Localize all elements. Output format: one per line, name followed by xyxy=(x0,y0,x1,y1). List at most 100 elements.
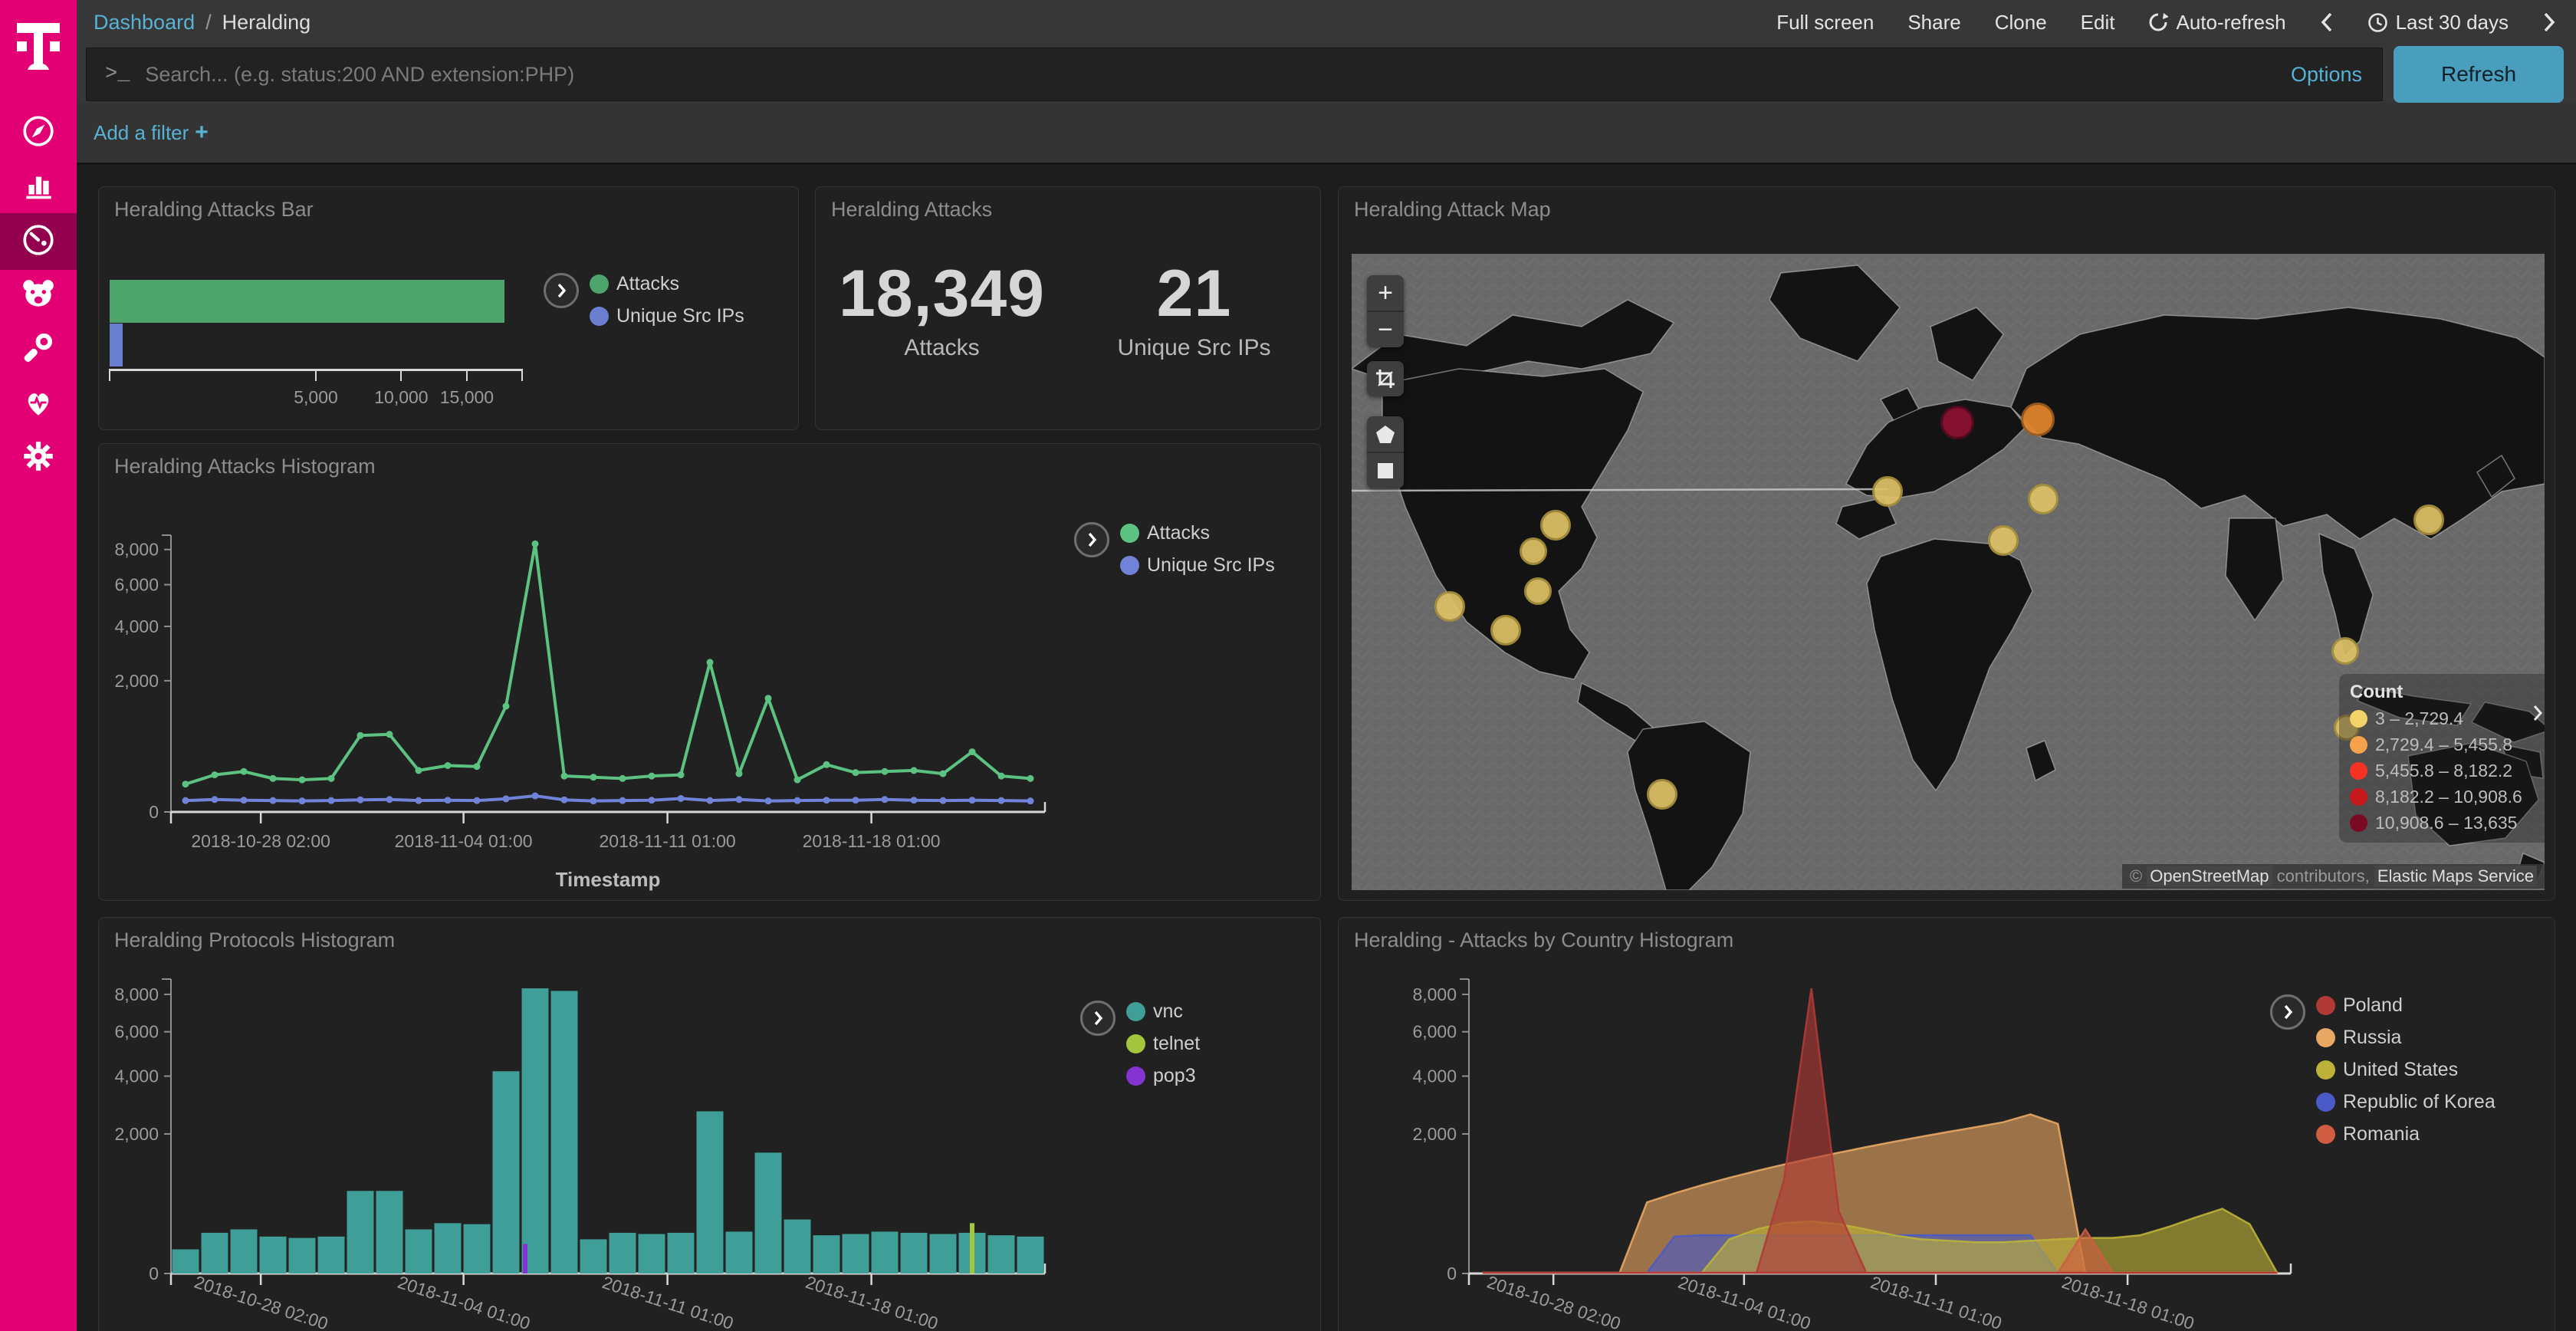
chart-legend: vnc telnet pop3 xyxy=(1080,1001,1200,1087)
legend-item-label: United States xyxy=(2343,1059,2458,1081)
legend-item[interactable]: Poland xyxy=(2316,994,2496,1017)
panel-title: Heralding Attacks xyxy=(831,198,992,222)
attack-map-dot xyxy=(2413,504,2444,535)
gauge-icon xyxy=(21,222,56,261)
clone-button[interactable]: Clone xyxy=(1995,11,2047,35)
legend-item[interactable]: Unique Src IPs xyxy=(1120,554,1275,577)
svg-text:8,000: 8,000 xyxy=(114,540,159,560)
metric-label: Unique Src IPs xyxy=(1068,335,1320,361)
map-zoom-controls: + − xyxy=(1367,275,1404,347)
map-draw-controls xyxy=(1367,416,1404,488)
time-picker-button[interactable]: Last 30 days xyxy=(2367,11,2509,35)
map-legend-item: 3 – 2,729.4 xyxy=(2350,708,2545,729)
gear-icon xyxy=(21,439,56,478)
bar-attacks xyxy=(110,280,504,323)
country-histogram-chart: 02,0004,0006,0008,0002018-10-28 02:00201… xyxy=(1339,948,2335,1331)
legend-color-dot xyxy=(2316,1093,2335,1112)
legend-item[interactable]: vnc xyxy=(1126,1001,1200,1023)
map-legend-range-label: 8,182.2 – 10,908.6 xyxy=(2375,787,2522,807)
breadcrumb: Dashboard / Heralding xyxy=(94,11,310,35)
map-zoom-out-button[interactable]: − xyxy=(1367,311,1404,347)
breadcrumb-dashboard-link[interactable]: Dashboard xyxy=(94,11,195,35)
legend-item[interactable]: Romania xyxy=(2316,1123,2496,1145)
attack-map-dot xyxy=(1434,591,1465,622)
map-zoom-in-button[interactable]: + xyxy=(1367,275,1404,311)
attacks-histogram-chart: 02,0004,0006,0008,0002018-10-28 02:00201… xyxy=(99,475,1096,901)
attack-map-dot xyxy=(1490,615,1521,646)
map-legend-color-dot xyxy=(2350,710,2367,728)
legend-item[interactable]: Attacks xyxy=(590,273,744,295)
legend-item[interactable]: United States xyxy=(2316,1059,2496,1081)
chart-legend: Poland Russia United States Republic of Kor… xyxy=(2270,994,2496,1145)
svg-text:2,000: 2,000 xyxy=(114,671,159,691)
legend-color-dot xyxy=(1126,1034,1145,1053)
query-prompt-icon: >_ xyxy=(105,63,130,86)
map-legend-range-label: 10,908.6 – 13,635 xyxy=(2375,813,2517,833)
attack-map-dot xyxy=(1520,537,1547,565)
legend-rows: Poland Russia United States Republic of Kor… xyxy=(2316,994,2496,1145)
draw-rectangle-button[interactable] xyxy=(1367,452,1404,488)
svg-text:2,000: 2,000 xyxy=(1412,1124,1457,1144)
legend-item[interactable]: Attacks xyxy=(1120,522,1275,544)
auto-refresh-button[interactable]: Auto-refresh xyxy=(2148,11,2285,35)
sidebar-item-dashboard[interactable] xyxy=(0,213,77,270)
legend-collapse-button[interactable] xyxy=(2270,994,2305,1030)
world-map[interactable]: + − Count3 – xyxy=(1352,254,2545,890)
edit-button[interactable]: Edit xyxy=(2081,11,2115,35)
legend-item[interactable]: telnet xyxy=(1126,1033,1200,1055)
search-input[interactable] xyxy=(143,62,2291,87)
full-screen-button[interactable]: Full screen xyxy=(1776,11,1874,35)
polygon-icon xyxy=(1375,424,1395,444)
telekom-logo[interactable] xyxy=(0,0,77,90)
metric: 18,349Attacks xyxy=(816,256,1068,361)
legend-item[interactable]: Russia xyxy=(2316,1027,2496,1049)
metric-label: Attacks xyxy=(816,335,1068,361)
sidebar-item-discover[interactable] xyxy=(0,106,77,159)
sidebar-item-monitoring[interactable] xyxy=(0,377,77,431)
time-back-button[interactable] xyxy=(2320,12,2334,33)
draw-polygon-button[interactable] xyxy=(1367,416,1404,452)
sidebar-item-sentinl[interactable] xyxy=(0,270,77,324)
legend-item[interactable]: pop3 xyxy=(1126,1065,1200,1087)
svg-text:Timestamp: Timestamp xyxy=(556,868,661,891)
telekom-t-icon xyxy=(14,12,63,78)
share-button[interactable]: Share xyxy=(1907,11,1960,35)
legend-collapse-button[interactable] xyxy=(1074,522,1109,557)
svg-text:4,000: 4,000 xyxy=(114,1066,159,1086)
legend-color-dot xyxy=(590,274,609,294)
map-legend-color-dot xyxy=(2350,762,2367,780)
add-filter-button[interactable]: Add a filter+ xyxy=(94,120,209,146)
kibana-dashboard-app: Dashboard / Heralding Full screen Share … xyxy=(0,0,2576,1331)
crop-icon xyxy=(1375,368,1396,389)
svg-text:0: 0 xyxy=(149,1264,159,1283)
sidebar-item-dev-tools[interactable] xyxy=(0,324,77,377)
map-legend-item: 8,182.2 – 10,908.6 xyxy=(2350,787,2545,807)
map-fit-bounds-button[interactable] xyxy=(1367,361,1404,396)
osm-link[interactable]: OpenStreetMap xyxy=(2147,866,2272,886)
sidebar-item-visualize[interactable] xyxy=(0,159,77,213)
legend-item-label: telnet xyxy=(1153,1033,1200,1055)
ems-link[interactable]: Elastic Maps Service xyxy=(2374,866,2537,886)
clock-icon xyxy=(2367,12,2388,33)
map-legend-title: Count xyxy=(2350,682,2545,703)
chart-legend: Attacks Unique Src IPs xyxy=(544,273,744,327)
legend-collapse-button[interactable] xyxy=(1080,1001,1116,1036)
time-forward-button[interactable] xyxy=(2542,12,2556,33)
svg-text:4,000: 4,000 xyxy=(114,616,159,636)
svg-text:4,000: 4,000 xyxy=(1412,1066,1457,1086)
options-link[interactable]: Options xyxy=(2291,63,2362,87)
legend-collapse-button[interactable] xyxy=(544,273,579,308)
legend-item[interactable]: Republic of Korea xyxy=(2316,1091,2496,1113)
attack-map-dot xyxy=(1524,577,1552,605)
refresh-button[interactable]: Refresh xyxy=(2394,46,2564,103)
attack-map-dot xyxy=(1872,476,1903,507)
legend-collapse-chevron[interactable] xyxy=(2532,705,2543,725)
bar-chart-icon xyxy=(21,167,56,206)
protocols-histogram-chart: 02,0004,0006,0008,0002018-10-28 02:00201… xyxy=(99,948,1096,1331)
legend-color-dot xyxy=(590,307,609,326)
svg-text:2018-11-18 01:00: 2018-11-18 01:00 xyxy=(803,831,941,851)
legend-item[interactable]: Unique Src IPs xyxy=(590,305,744,327)
attack-map-dot xyxy=(2331,637,2359,665)
svg-text:6,000: 6,000 xyxy=(114,575,159,595)
sidebar-item-management[interactable] xyxy=(0,431,77,485)
